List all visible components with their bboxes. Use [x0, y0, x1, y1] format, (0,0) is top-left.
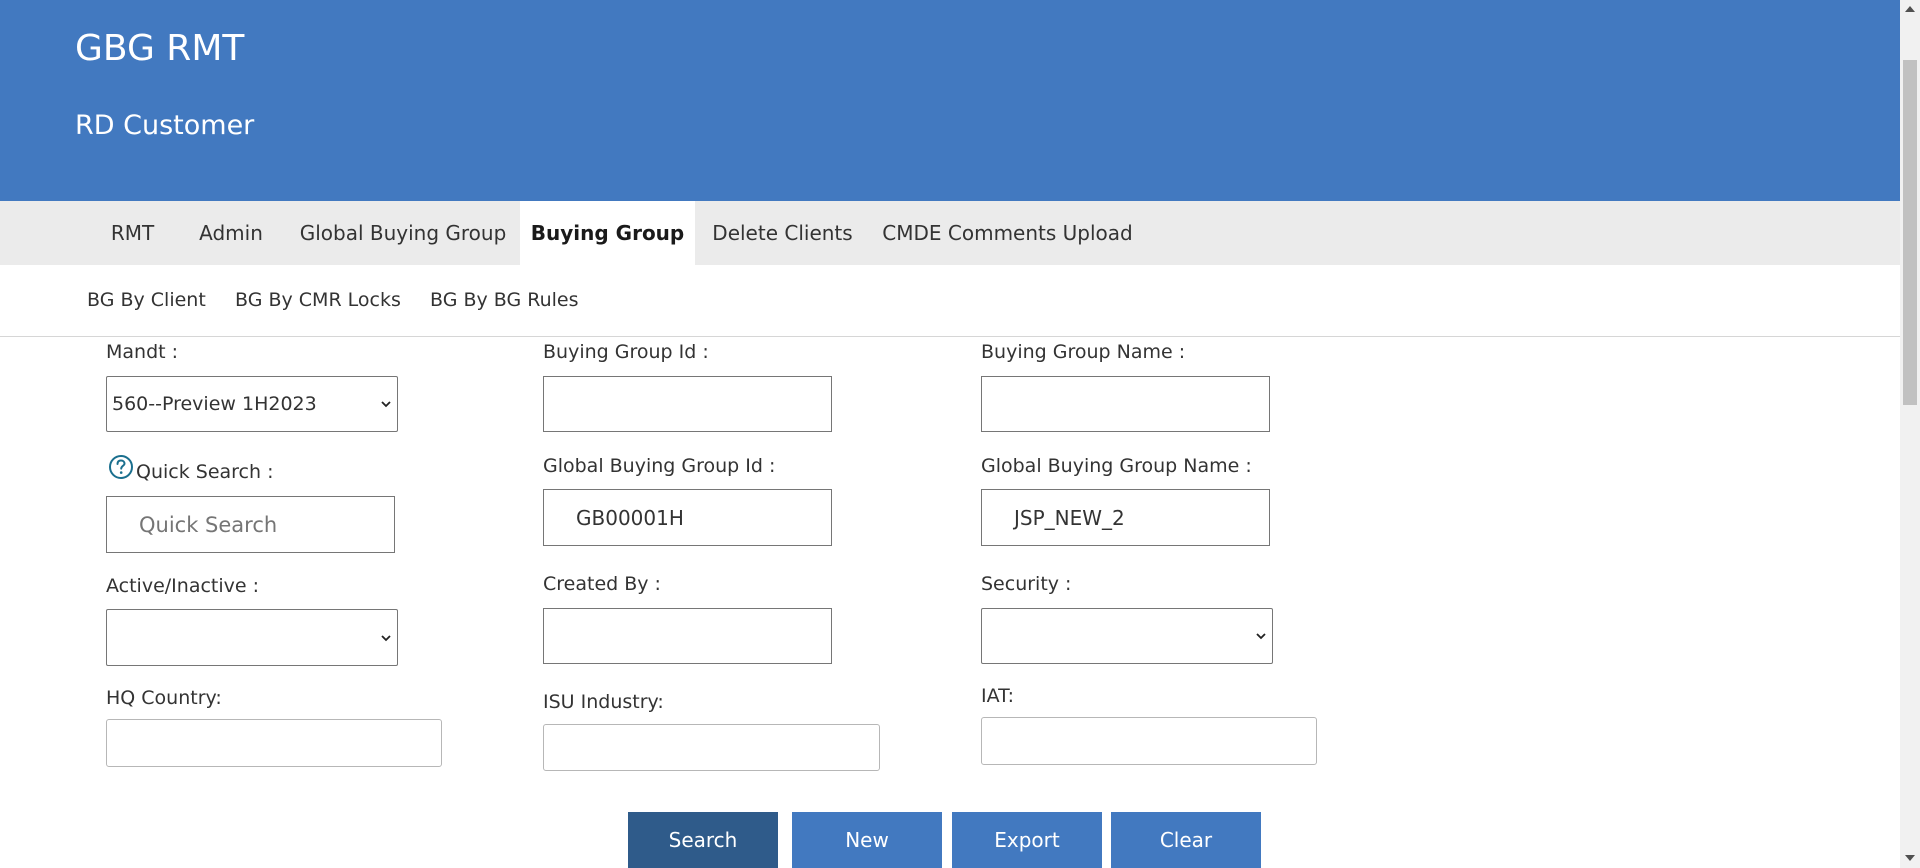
app-title: GBG RMT — [75, 28, 245, 69]
buying-group-name-input[interactable] — [981, 376, 1270, 432]
isu-industry-input[interactable] — [543, 724, 880, 771]
app-header: GBG RMT RD Customer — [0, 0, 1900, 201]
search-button[interactable]: Search — [628, 812, 778, 868]
vertical-scrollbar[interactable] — [1900, 0, 1920, 868]
clear-button[interactable]: Clear — [1111, 812, 1261, 868]
hq-country-label: HQ Country: — [106, 687, 222, 709]
isu-industry-label: ISU Industry: — [543, 691, 664, 713]
export-button[interactable]: Export — [952, 812, 1102, 868]
tab-cmde-comments-upload[interactable]: CMDE Comments Upload — [880, 201, 1135, 265]
active-inactive-select[interactable] — [106, 609, 398, 666]
created-by-input[interactable] — [543, 608, 832, 664]
created-by-label: Created By : — [543, 573, 661, 595]
quick-search-placeholder: Quick Search — [139, 512, 278, 537]
scroll-up-arrow[interactable] — [1905, 6, 1915, 12]
global-buying-group-name-value: JSP_NEW_2 — [1014, 505, 1125, 530]
buying-group-name-label: Buying Group Name : — [981, 341, 1186, 363]
iat-label: IAT: — [981, 685, 1015, 707]
mandt-select[interactable]: 560--Preview 1H2023 — [106, 376, 398, 432]
security-label: Security : — [981, 573, 1072, 595]
global-buying-group-id-value: GB00001H — [576, 505, 684, 530]
tab-rmt[interactable]: RMT — [90, 201, 175, 265]
chevron-down-icon — [381, 401, 391, 408]
main-tab-bar: RMT Admin Global Buying Group Buying Gro… — [0, 201, 1900, 265]
chevron-down-icon — [1256, 633, 1266, 640]
mandt-select-value: 560--Preview 1H2023 — [112, 393, 317, 415]
tab-admin[interactable]: Admin — [185, 201, 277, 265]
global-buying-group-id-label: Global Buying Group Id : — [543, 455, 776, 477]
hq-country-input[interactable] — [106, 719, 442, 767]
tab-buying-group[interactable]: Buying Group — [520, 201, 695, 265]
subnav-bg-by-client[interactable]: BG By Client — [87, 265, 206, 335]
security-select[interactable] — [981, 608, 1273, 664]
active-inactive-label: Active/Inactive : — [106, 575, 260, 597]
global-buying-group-id-input[interactable]: GB00001H — [543, 489, 832, 546]
quick-search-label: Quick Search : — [136, 461, 274, 483]
buying-group-id-label: Buying Group Id : — [543, 341, 709, 363]
sub-navigation: BG By Client BG By CMR Locks BG By BG Ru… — [0, 265, 1900, 337]
quick-search-input[interactable]: Quick Search — [106, 496, 395, 553]
buying-group-id-input[interactable] — [543, 376, 832, 432]
iat-input[interactable] — [981, 717, 1317, 765]
scrollbar-thumb[interactable] — [1903, 60, 1917, 405]
subnav-bg-by-cmr-locks[interactable]: BG By CMR Locks — [235, 265, 401, 335]
question-circle-icon[interactable] — [108, 454, 134, 480]
chevron-down-icon — [381, 634, 391, 641]
page-subtitle: RD Customer — [75, 110, 255, 141]
global-buying-group-name-label: Global Buying Group Name : — [981, 455, 1252, 477]
tab-global-buying-group[interactable]: Global Buying Group — [295, 201, 511, 265]
subnav-bg-by-bg-rules[interactable]: BG By BG Rules — [430, 265, 579, 335]
mandt-label: Mandt : — [106, 341, 179, 363]
new-button[interactable]: New — [792, 812, 942, 868]
global-buying-group-name-input[interactable]: JSP_NEW_2 — [981, 489, 1270, 546]
tab-delete-clients[interactable]: Delete Clients — [705, 201, 860, 265]
scroll-down-arrow[interactable] — [1905, 855, 1915, 861]
